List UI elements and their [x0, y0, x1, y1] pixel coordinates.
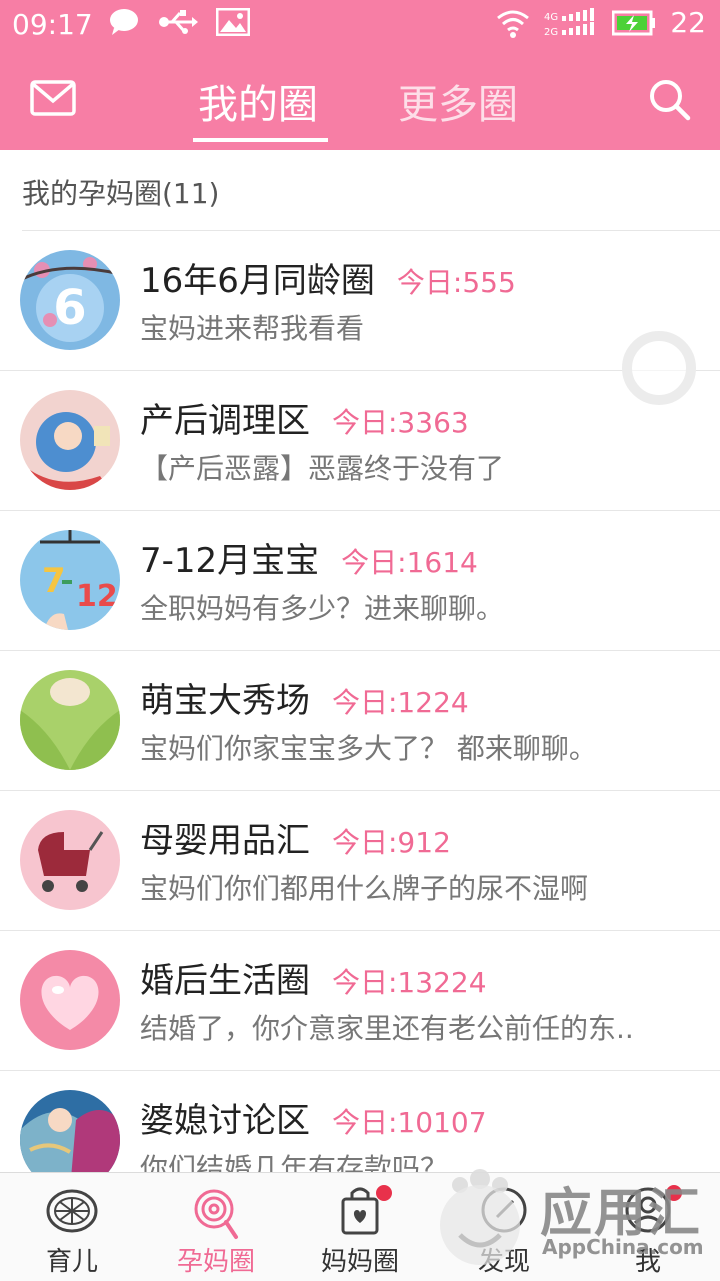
today-count: 今日:13224: [332, 966, 487, 999]
list-item[interactable]: 婚后生活圈 今日:13224 结婚了，你介意家里还有老公前任的东..: [0, 931, 720, 1071]
bag-icon: [341, 1187, 379, 1235]
mail-icon[interactable]: [30, 80, 76, 116]
search-icon[interactable]: [648, 78, 692, 122]
circle-name: 婚后生活圈: [140, 961, 310, 1001]
app-header: 我的圈 更多圈: [0, 52, 720, 150]
tab-more-circles[interactable]: 更多圈: [398, 72, 518, 130]
battery-icon: [612, 10, 656, 35]
svg-text:12: 12: [76, 579, 118, 614]
lemon-icon: [46, 1189, 98, 1233]
section-title: 我的孕妈圈(11): [22, 177, 220, 210]
today-count: 今日:1224: [332, 686, 469, 719]
system-icons: 4G 2G 22: [496, 6, 706, 39]
circle-list: 6 16年6月同龄圈 今日:555 宝妈进来帮我看看 产后调理区 今日:3363…: [0, 231, 720, 1211]
latest-post: 宝妈进来帮我看看: [140, 312, 365, 345]
status-bar: 09:17 4G 2G 22: [0, 0, 720, 52]
latest-post: 宝妈们你家宝宝多大了？ 都来聊聊。: [140, 732, 597, 765]
latest-post: 【产后恶露】恶露终于没有了: [140, 452, 505, 485]
usb-icon: [159, 10, 198, 34]
circle-name: 产后调理区: [140, 401, 310, 441]
status-time: 09:17: [12, 8, 93, 41]
circle-avatar: 6: [20, 250, 120, 350]
circle-name: 婆媳讨论区: [140, 1101, 310, 1141]
chat-notification-icon: [110, 9, 138, 35]
latest-post: 宝妈们你们都用什么牌子的尿不湿啊: [140, 872, 589, 905]
nav-label: 孕妈圈: [176, 1247, 255, 1277]
circle-avatar: [20, 950, 120, 1050]
svg-text:2G: 2G: [544, 27, 558, 38]
circle-name: 萌宝大秀场: [140, 681, 310, 721]
lollipop-icon: [194, 1189, 238, 1239]
latest-post: 结婚了，你介意家里还有老公前任的东..: [140, 1012, 634, 1045]
signal-icon: 4G2G: [544, 7, 595, 38]
latest-post: 全职妈妈有多少？进来聊聊。: [140, 592, 505, 625]
today-count: 今日:3363: [332, 406, 469, 439]
floating-assist-button[interactable]: [622, 331, 696, 405]
circle-avatar: [20, 810, 120, 910]
list-item[interactable]: 产后调理区 今日:3363 【产后恶露】恶露终于没有了: [0, 371, 720, 511]
watermark: 应用汇 AppChina.com: [430, 1165, 720, 1280]
list-item[interactable]: 6 16年6月同龄圈 今日:555 宝妈进来帮我看看: [0, 231, 720, 371]
circle-avatar: 7 12: [20, 530, 120, 630]
today-count: 今日:912: [332, 826, 451, 859]
notification-badge: [376, 1185, 392, 1201]
svg-text:4G: 4G: [544, 12, 558, 23]
list-item[interactable]: 7 12 7-12月宝宝 今日:1614 全职妈妈有多少？进来聊聊。: [0, 511, 720, 651]
nav-pregnant-circle[interactable]: 孕妈圈: [144, 1173, 288, 1281]
image-notification-icon: [216, 8, 250, 36]
list-item[interactable]: 萌宝大秀场 今日:1224 宝妈们你家宝宝多大了？ 都来聊聊。: [0, 651, 720, 791]
today-count: 今日:1614: [341, 546, 478, 579]
list-item[interactable]: 母婴用品汇 今日:912 宝妈们你们都用什么牌子的尿不湿啊: [0, 791, 720, 931]
nav-mom-circle[interactable]: 妈妈圈: [288, 1173, 432, 1281]
circle-avatar: [20, 390, 120, 490]
today-count: 今日:10107: [332, 1106, 487, 1139]
circle-name: 16年6月同龄圈: [140, 261, 375, 301]
notification-icons: [108, 8, 250, 36]
tab-my-circles[interactable]: 我的圈: [198, 72, 318, 130]
nav-parenting[interactable]: 育儿: [0, 1173, 144, 1281]
active-tab-indicator: [193, 138, 328, 142]
battery-level: 22: [670, 6, 706, 39]
nav-label: 妈妈圈: [320, 1247, 399, 1277]
wifi-icon: [497, 10, 530, 38]
today-count: 今日:555: [396, 266, 516, 299]
svg-text:6: 6: [53, 280, 86, 336]
watermark-logo-icon: [440, 1169, 520, 1265]
circle-name: 母婴用品汇: [140, 821, 310, 861]
circle-name: 7-12月宝宝: [140, 541, 320, 581]
watermark-sub: AppChina.com: [542, 1235, 704, 1259]
nav-label: 育儿: [45, 1247, 98, 1277]
circle-avatar: [20, 670, 120, 770]
